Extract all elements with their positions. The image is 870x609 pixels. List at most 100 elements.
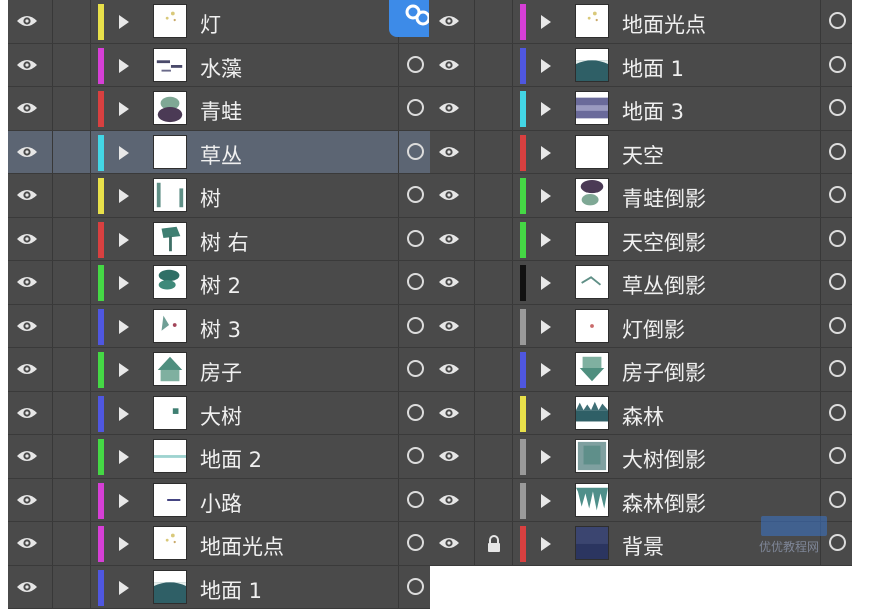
layer-row[interactable]: 天空倒影 (430, 217, 852, 261)
layer-row[interactable]: 地面 1 (8, 565, 430, 609)
layer-row[interactable]: 地面光点 (8, 522, 430, 566)
layer-row[interactable]: 大树倒影 (430, 435, 852, 479)
layer-name[interactable]: 地面 1 (200, 575, 262, 605)
eye-icon[interactable] (438, 13, 460, 29)
layer-row[interactable]: 地面 1 (430, 43, 852, 87)
layer-name[interactable]: 灯倒影 (622, 314, 685, 344)
layer-name[interactable]: 背景 (622, 531, 664, 561)
eye-icon[interactable] (438, 231, 460, 247)
target-circle-icon[interactable] (829, 403, 846, 421)
layer-row[interactable]: 地面光点 (430, 0, 852, 44)
layer-row[interactable]: 树 2 (8, 261, 430, 305)
layer-name[interactable]: 树 右 (200, 227, 249, 257)
target-circle-icon[interactable] (829, 490, 846, 508)
disclosure-triangle-icon[interactable] (541, 537, 551, 551)
disclosure-triangle-icon[interactable] (119, 363, 129, 377)
disclosure-triangle-icon[interactable] (119, 15, 129, 29)
target-circle-icon[interactable] (407, 577, 424, 595)
eye-icon[interactable] (438, 448, 460, 464)
layer-name[interactable]: 森林倒影 (622, 488, 706, 518)
disclosure-triangle-icon[interactable] (119, 58, 129, 73)
layer-name[interactable]: 水藻 (200, 53, 242, 83)
target-circle-icon[interactable] (829, 12, 846, 29)
layer-row[interactable]: 树 (8, 174, 430, 218)
disclosure-triangle-icon[interactable] (541, 363, 551, 377)
eye-icon[interactable] (16, 318, 38, 334)
eye-icon[interactable] (438, 361, 460, 377)
disclosure-triangle-icon[interactable] (541, 58, 551, 73)
layer-row[interactable]: 小路 (8, 478, 430, 522)
disclosure-triangle-icon[interactable] (119, 580, 129, 595)
eye-icon[interactable] (438, 57, 460, 73)
target-circle-icon[interactable] (829, 316, 846, 334)
disclosure-triangle-icon[interactable] (541, 319, 551, 334)
disclosure-triangle-icon[interactable] (541, 276, 551, 290)
disclosure-triangle-icon[interactable] (541, 102, 551, 116)
layer-name[interactable]: 草丛 (200, 140, 242, 170)
eye-icon[interactable] (16, 57, 38, 73)
eye-icon[interactable] (16, 579, 38, 595)
layer-row[interactable]: 天空 (430, 130, 852, 174)
layer-row[interactable]: 森林 (430, 391, 852, 435)
layer-row[interactable]: 灯倒影 (430, 304, 852, 348)
disclosure-triangle-icon[interactable] (541, 406, 551, 421)
eye-icon[interactable] (16, 492, 38, 508)
disclosure-triangle-icon[interactable] (119, 406, 129, 421)
target-circle-icon[interactable] (829, 55, 846, 73)
layer-name[interactable]: 房子 (200, 357, 242, 387)
layer-name[interactable]: 大树倒影 (622, 444, 706, 474)
layer-name[interactable]: 地面 1 (622, 53, 684, 83)
layer-row[interactable]: 青蛙倒影 (430, 174, 852, 218)
eye-icon[interactable] (16, 100, 38, 116)
disclosure-triangle-icon[interactable] (119, 537, 129, 551)
eye-icon[interactable] (438, 492, 460, 508)
lock-icon[interactable] (486, 535, 502, 553)
target-circle-icon[interactable] (829, 229, 846, 247)
layer-name[interactable]: 地面 2 (200, 444, 262, 474)
target-circle-icon[interactable] (829, 99, 846, 116)
disclosure-triangle-icon[interactable] (541, 15, 551, 29)
disclosure-triangle-icon[interactable] (119, 319, 129, 334)
disclosure-triangle-icon[interactable] (119, 493, 129, 508)
eye-icon[interactable] (438, 318, 460, 334)
layer-row[interactable]: 草丛倒影 (430, 261, 852, 305)
eye-icon[interactable] (16, 274, 38, 290)
eye-icon[interactable] (438, 405, 460, 421)
target-circle-icon[interactable] (407, 534, 424, 551)
target-circle-icon[interactable] (829, 360, 846, 377)
layer-name[interactable]: 草丛倒影 (622, 270, 706, 300)
layer-row[interactable]: 灯 (8, 0, 430, 44)
layer-row[interactable]: 房子倒影 (430, 348, 852, 392)
layer-row[interactable]: 房子 (8, 348, 430, 392)
target-circle-icon[interactable] (829, 447, 846, 464)
link-icon[interactable] (389, 0, 431, 37)
disclosure-triangle-icon[interactable] (541, 189, 551, 203)
disclosure-triangle-icon[interactable] (541, 232, 551, 247)
eye-icon[interactable] (438, 100, 460, 116)
disclosure-triangle-icon[interactable] (541, 145, 551, 160)
target-circle-icon[interactable] (407, 55, 424, 73)
eye-icon[interactable] (16, 144, 38, 160)
target-circle-icon[interactable] (407, 490, 424, 508)
eye-icon[interactable] (438, 187, 460, 203)
layer-name[interactable]: 小路 (200, 488, 242, 518)
eye-icon[interactable] (438, 274, 460, 290)
disclosure-triangle-icon[interactable] (119, 145, 129, 160)
layer-row[interactable]: 草丛 (8, 130, 430, 174)
target-circle-icon[interactable] (829, 273, 846, 290)
layer-name[interactable]: 地面光点 (200, 531, 284, 561)
eye-icon[interactable] (16, 361, 38, 377)
eye-icon[interactable] (16, 405, 38, 421)
layer-name[interactable]: 大树 (200, 401, 242, 431)
layer-name[interactable]: 天空倒影 (622, 227, 706, 257)
eye-icon[interactable] (438, 535, 460, 551)
eye-icon[interactable] (16, 231, 38, 247)
disclosure-triangle-icon[interactable] (119, 276, 129, 290)
target-circle-icon[interactable] (829, 142, 846, 160)
eye-icon[interactable] (16, 187, 38, 203)
eye-icon[interactable] (16, 448, 38, 464)
layer-row[interactable]: 大树 (8, 391, 430, 435)
target-circle-icon[interactable] (407, 273, 424, 290)
layer-row[interactable]: 水藻 (8, 43, 430, 87)
layer-name[interactable]: 地面 3 (622, 96, 684, 126)
